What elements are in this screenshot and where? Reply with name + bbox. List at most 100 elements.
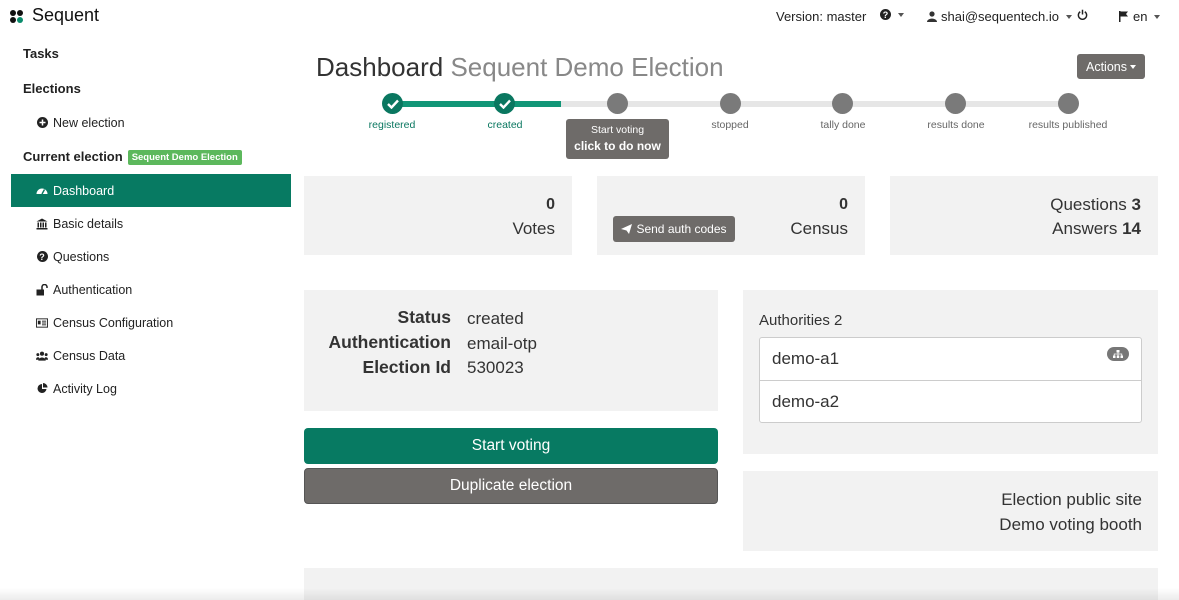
pie-chart-icon [36,383,48,395]
authorities-list: demo-a1 demo-a2 [759,337,1142,423]
sidebar-item-new-election[interactable]: New election [11,106,291,139]
step-stopped [720,93,741,114]
questions-card: Questions 3 Answers 14 [890,176,1158,255]
status-value: created [467,309,524,328]
census-count: 0 [839,196,848,213]
demo-voting-booth-link[interactable]: Demo voting booth [999,515,1142,535]
app-logo[interactable]: Sequent [10,5,99,26]
sidebar-item-census-data[interactable]: Census Data [11,339,291,372]
app-name: Sequent [32,5,100,25]
language-dropdown[interactable]: en [1119,9,1161,24]
answers-label: Answers [1052,219,1118,238]
authorities-label: Authorities [759,312,830,329]
votes-card: 0 Votes [304,176,572,255]
step-label: tally done [820,119,866,131]
unlock-icon [36,283,48,296]
language-label: en [1133,9,1148,24]
sidebar-item-label: Dashboard [53,183,115,198]
sidebar-item-activity-log[interactable]: Activity Log [11,372,291,405]
progress-track-done [392,101,505,107]
election-id-label: Election Id [362,357,451,377]
sitemap-icon [1107,347,1129,361]
question-circle-icon: ? [36,251,48,263]
list-item: demo-a2 [760,380,1141,422]
version-text: Version: master [776,9,867,24]
help-dropdown[interactable]: ? [880,9,904,20]
sidebar-item-dashboard[interactable]: Dashboard [11,174,291,207]
step-label: registered [368,119,416,131]
send-auth-codes-button[interactable]: Send auth codes [613,216,735,242]
check-icon [498,99,511,109]
page-title: Dashboard Sequent Demo Election [316,52,724,83]
questions-stat: Questions 3 [1050,195,1141,215]
actions-dropdown-button[interactable]: Actions [1077,54,1145,79]
start-voting-button[interactable]: Start voting [304,428,718,464]
sidebar-item-label: Basic details [53,216,124,231]
list-item: demo-a1 [760,338,1141,380]
sidebar-item-label: Census Configuration [53,315,174,330]
step-tally-done [832,93,853,114]
questions-label: Questions [1050,195,1127,214]
paper-plane-icon [621,224,633,234]
logo-dots-icon [10,9,28,23]
tooltip-title: Start voting [590,124,645,136]
question-circle-icon: ? [880,9,891,20]
logout-button[interactable] [1077,9,1088,20]
users-icon [36,350,48,362]
version-label: Version: master [776,9,866,24]
user-icon [927,11,937,22]
chevron-down-icon [1066,14,1072,19]
chevron-down-icon [1154,14,1161,19]
flag-icon [1119,11,1128,22]
sidebar-tasks[interactable]: Tasks [23,46,59,61]
election-public-site-link[interactable]: Election public site [1001,490,1142,510]
window-bottom-shadow [0,588,1179,600]
chevron-down-icon [1130,64,1136,69]
user-dropdown[interactable]: shai@sequentech.io [927,9,1072,24]
status-label: Status [397,307,451,327]
page-title-main: Dashboard [316,52,444,82]
check-icon [386,99,399,109]
tooltip-action: click to do now [574,139,661,153]
sidebar-item-questions[interactable]: ? Questions [11,240,291,273]
sidebar-item-census-configuration[interactable]: Census Configuration [11,306,291,339]
top-navbar: Sequent Version: master ? shai@sequentec… [0,0,1179,34]
current-election-label: Current election [23,149,123,164]
authentication-value: email-otp [467,334,537,353]
power-icon [1077,9,1088,20]
sidebar-item-label: Questions [53,249,110,264]
sidebar-item-authentication[interactable]: Authentication [11,273,291,306]
progress-track-pending [561,101,1068,107]
sidebar-item-basic-details[interactable]: Basic details [11,207,291,240]
current-election-heading: Current election Sequent Demo Election [23,149,242,166]
authority-name: demo-a1 [772,349,840,368]
current-election-badge: Sequent Demo Election [127,150,242,166]
chevron-down-icon [898,12,904,17]
step-label: created [487,119,523,131]
plus-circle-icon [36,117,48,129]
sidebar-item-label: Activity Log [53,381,117,396]
step-created [494,93,515,114]
step-label: results published [1028,119,1108,131]
answers-stat: Answers 14 [1052,219,1141,239]
sidebar-item-label: Census Data [53,348,126,363]
duplicate-election-button[interactable]: Duplicate election [304,468,718,504]
start-voting-tooltip[interactable]: Start voting click to do now [566,119,669,159]
questions-count: 3 [1131,195,1141,214]
sidebar-item-label: New election [53,115,125,130]
dashboard-icon [36,185,48,197]
step-results-done [945,93,966,114]
sidebar-elections[interactable]: Elections [23,81,81,96]
step-registered [382,93,403,114]
user-email: shai@sequentech.io [941,9,1059,24]
authentication-label: Authentication [328,332,452,352]
step-start-voting[interactable] [607,93,628,114]
votes-label: Votes [512,219,555,238]
sidebar-item-label: Authentication [53,282,133,297]
send-auth-codes-label: Send auth codes [636,222,727,236]
election-id-value: 530023 [467,358,524,377]
authorities-count: 2 [834,312,843,329]
actions-label: Actions [1086,59,1127,74]
authority-name: demo-a2 [772,391,840,411]
bank-icon [36,218,48,230]
